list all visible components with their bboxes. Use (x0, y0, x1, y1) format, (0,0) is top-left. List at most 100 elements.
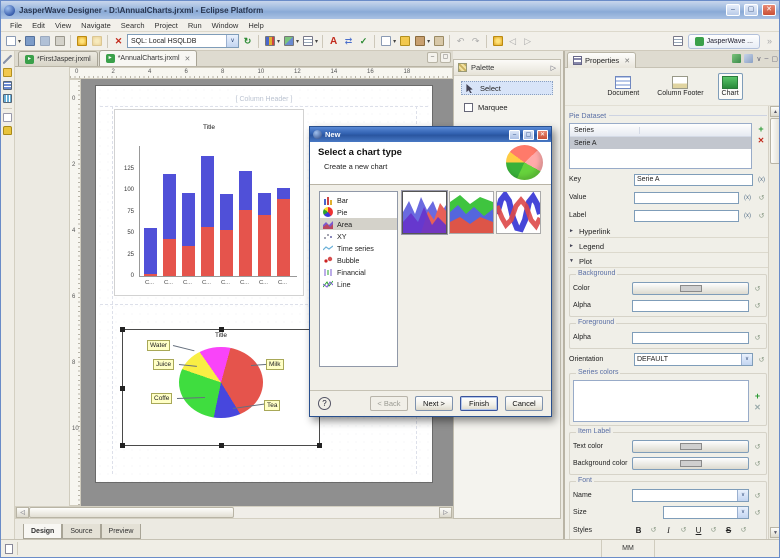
pencil-icon[interactable] (3, 55, 12, 64)
scope-chart-button[interactable]: Chart (718, 73, 743, 100)
insert-chart-button[interactable] (263, 35, 276, 48)
fg-alpha-input[interactable] (632, 332, 749, 344)
palette-item-marquee[interactable]: Marquee (461, 100, 553, 114)
finish-button[interactable]: Finish (460, 396, 498, 411)
select-dropdown-icon[interactable]: ∨ (737, 490, 748, 501)
underline-button[interactable]: U (693, 526, 704, 535)
series-colors-list[interactable] (573, 380, 749, 422)
label-expression-icon[interactable]: (x) (742, 213, 753, 219)
delete-datasource-button[interactable]: ✕ (112, 35, 125, 48)
underline-reset-icon[interactable]: ↺ (708, 526, 719, 534)
print-button[interactable] (53, 35, 66, 48)
selection-handle[interactable] (317, 443, 322, 448)
scope-document-button[interactable]: Document (603, 73, 643, 100)
chart-type-time-series[interactable]: Time series (320, 242, 397, 254)
chart-type-bar[interactable]: Bar (320, 194, 397, 206)
next-button[interactable]: Next > (415, 396, 453, 411)
palette-header[interactable]: Palette ▷ (454, 60, 560, 76)
tab-preview[interactable]: Preview (101, 524, 142, 539)
export-dropdown-icon[interactable]: ▾ (427, 38, 430, 45)
strikethrough-reset-icon[interactable]: ↺ (738, 526, 749, 534)
sql-connection-combo[interactable]: SQL: Local HSQLDB ∨ (127, 34, 239, 48)
font-size-select[interactable]: ∨ (663, 506, 749, 519)
save-all-button[interactable] (38, 35, 51, 48)
properties-scrollbar[interactable]: ▲ ▼ (768, 106, 780, 539)
key-expression-icon[interactable]: (x) (756, 177, 767, 183)
swap-orientation-button[interactable]: ⇄ (342, 35, 355, 48)
area-preview-2[interactable] (449, 191, 494, 234)
insert-chart-dropdown-icon[interactable]: ▾ (277, 38, 280, 45)
dialog-title-bar[interactable]: New – ▢ ✕ (310, 127, 551, 142)
scope-column-footer-button[interactable]: Column Footer (653, 73, 707, 100)
open-perspective-button[interactable] (672, 35, 685, 48)
xy-preview-3[interactable] (496, 191, 541, 234)
perspective-jasperwave-button[interactable]: JasperWave ... (688, 34, 760, 49)
chart-type-bubble[interactable]: Bubble (320, 254, 397, 266)
pie-chart-element[interactable]: Title Water Juice Coffe Milk Tea (122, 329, 320, 446)
chart-type-line[interactable]: Line (320, 278, 397, 290)
new-report-button[interactable] (4, 35, 17, 48)
menu-run[interactable]: Run (183, 21, 207, 30)
undo-button[interactable]: ↶ (454, 35, 467, 48)
back-button[interactable]: < Back (370, 396, 408, 411)
properties-close-icon[interactable]: ✕ (624, 57, 630, 65)
editor-minimize-icon[interactable]: – (427, 52, 438, 63)
scrollbar-thumb[interactable] (29, 507, 234, 518)
minimize-view-icon[interactable]: – (764, 55, 768, 62)
menu-help[interactable]: Help (243, 21, 268, 30)
label-reset-icon[interactable]: ↺ (756, 212, 767, 220)
menu-view[interactable]: View (50, 21, 76, 30)
wizard-secondary-button[interactable] (90, 35, 103, 48)
help-button[interactable]: ? (318, 397, 331, 410)
insert-image-dropdown-icon[interactable]: ▾ (296, 38, 299, 45)
save-button[interactable] (23, 35, 36, 48)
orientation-reset-icon[interactable]: ↺ (756, 356, 767, 364)
fg-alpha-reset-icon[interactable]: ↺ (752, 334, 763, 342)
insert-table-dropdown-icon[interactable]: ▾ (315, 38, 318, 45)
selection-handle[interactable] (120, 386, 125, 391)
value-input[interactable] (634, 192, 739, 204)
editor-maximize-icon[interactable]: ▢ (440, 52, 451, 63)
menu-navigate[interactable]: Navigate (76, 21, 116, 30)
add-series-icon[interactable]: + (758, 125, 763, 133)
export-button[interactable] (413, 35, 426, 48)
lock-icon[interactable] (3, 126, 12, 135)
bold-button[interactable]: B (633, 526, 644, 535)
background-color-button[interactable] (632, 457, 749, 470)
annotation-button[interactable] (491, 35, 504, 48)
value-expression-icon[interactable]: (x) (742, 195, 753, 201)
horizontal-scrollbar[interactable]: ◁ ▷ (15, 506, 453, 519)
menu-edit[interactable]: Edit (27, 21, 50, 30)
text-color-button[interactable] (632, 440, 749, 453)
italic-button[interactable]: I (663, 526, 674, 535)
scroll-left-icon[interactable]: ◁ (16, 507, 29, 518)
palette-chevron-icon[interactable]: ▷ (551, 64, 556, 72)
close-button[interactable]: ✕ (762, 4, 776, 16)
menu-search[interactable]: Search (116, 21, 150, 30)
wizard-button[interactable] (75, 35, 88, 48)
validate-report-button[interactable]: ✓ (357, 35, 370, 48)
view-menu-icon[interactable]: ∨ (756, 55, 761, 63)
chart-type-financial[interactable]: Financial (320, 266, 397, 278)
text-color-reset-icon[interactable]: ↺ (752, 443, 763, 451)
open-folder-button[interactable] (398, 35, 411, 48)
scroll-up-icon[interactable]: ▲ (770, 106, 780, 117)
maximize-button[interactable]: ▢ (744, 4, 758, 16)
new-wizard-button[interactable] (379, 35, 392, 48)
outline-view-icon[interactable] (3, 81, 12, 90)
key-input[interactable]: Serie A (634, 174, 753, 186)
plot-section-toggle[interactable]: ▼ Plot (568, 255, 768, 268)
navigator-view-icon[interactable] (3, 94, 12, 103)
tab-close-icon[interactable]: ✕ (185, 55, 191, 63)
palette-item-select[interactable]: Select (461, 81, 553, 95)
strikethrough-button[interactable]: S (723, 526, 734, 535)
background-color-reset-icon[interactable]: ↺ (752, 460, 763, 468)
chart-type-xy[interactable]: XY (320, 230, 397, 242)
tab-design[interactable]: Design (23, 524, 62, 539)
chart-type-pie[interactable]: Pie (320, 206, 397, 218)
label-input[interactable] (634, 210, 739, 222)
scroll-down-icon[interactable]: ▼ (770, 527, 780, 538)
font-size-reset-icon[interactable]: ↺ (752, 509, 763, 517)
minimize-button[interactable]: – (726, 4, 740, 16)
tab-source[interactable]: Source (62, 524, 100, 539)
